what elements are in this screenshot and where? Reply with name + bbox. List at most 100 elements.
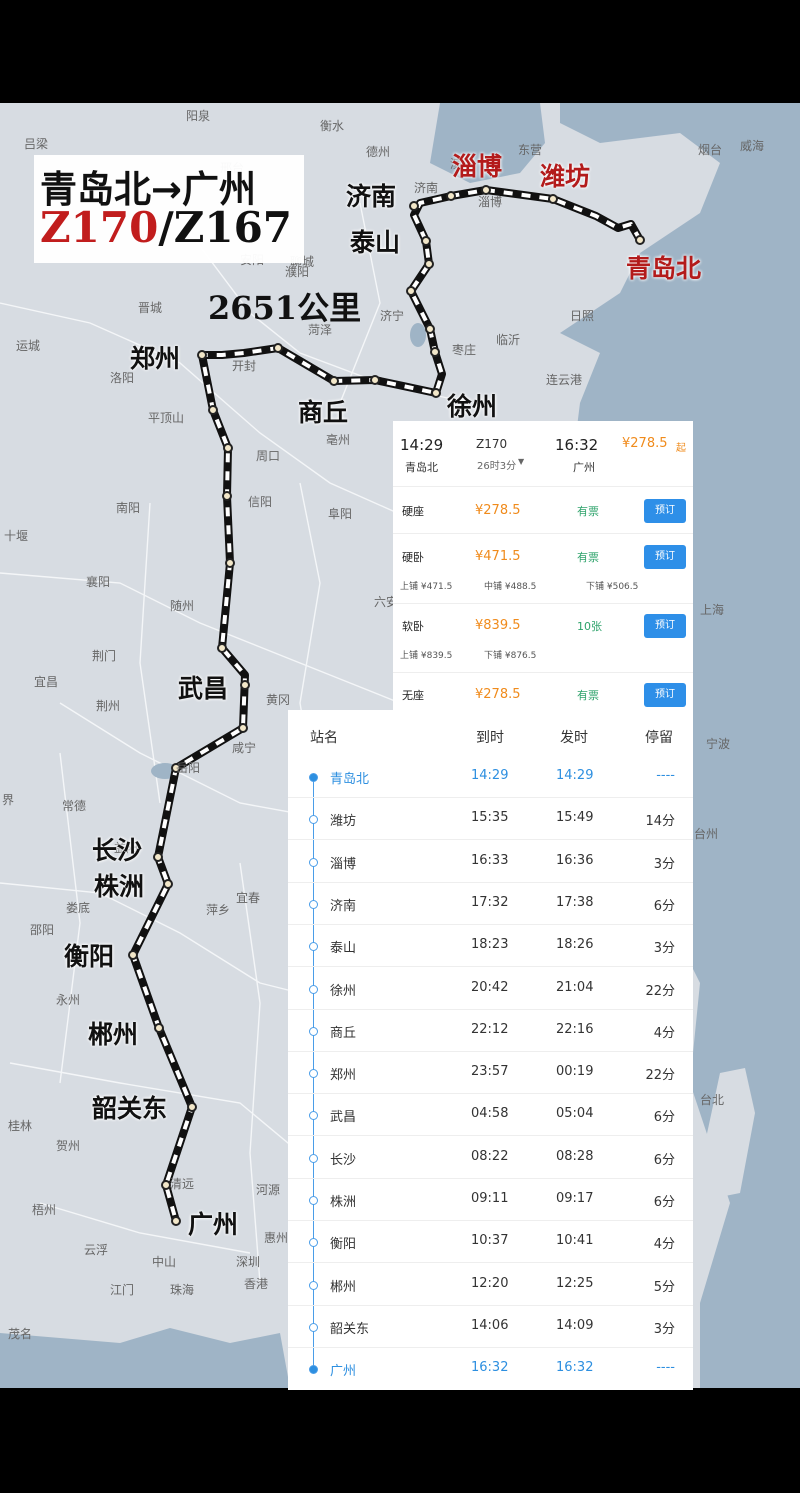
station-name: 济南 — [330, 898, 357, 914]
arrive-time: 16:33 — [471, 852, 509, 868]
schedule-panel: 站名 到时 发时 停留 青岛北 14:29 14:29 ---- 潍坊 15:35 15:4… — [288, 710, 693, 1390]
train-numbers: Z170/Z167 — [40, 203, 292, 252]
seat-price: ¥278.5 — [475, 687, 521, 702]
city-label: 珠海 — [170, 1283, 195, 1297]
book-button[interactable]: 预订 — [644, 499, 686, 523]
arrive-time: 09:11 — [471, 1191, 509, 1206]
lowest-price: ¥278.5 — [622, 436, 668, 451]
schedule-row[interactable]: 郑州 23:57 00:19 22分 — [288, 1052, 693, 1095]
city-label: 清远 — [170, 1177, 195, 1191]
timeline-dot — [309, 1026, 318, 1036]
stop-duration: 3分 — [653, 856, 675, 872]
depart-time: 15:49 — [556, 810, 594, 826]
book-button[interactable]: 预订 — [644, 683, 686, 707]
city-label: 永州 — [56, 993, 81, 1007]
schedule-row[interactable]: 武昌 04:58 05:04 6分 — [288, 1094, 693, 1137]
schedule-row[interactable]: 长沙 08:22 08:28 6分 — [288, 1137, 693, 1179]
station-dot — [238, 723, 248, 733]
duration-chevron-icon[interactable]: ▼ — [518, 457, 524, 466]
schedule-row[interactable]: 淄博 16:33 16:36 3分 — [288, 841, 693, 883]
depart-time: 09:17 — [556, 1191, 594, 1206]
city-label: 平顶山 — [148, 411, 185, 425]
city-label: 烟台 — [698, 143, 723, 157]
schedule-row[interactable]: 韶关东 14:06 14:09 3分 — [288, 1306, 693, 1348]
map-station-hengyang: 衡阳 — [64, 942, 115, 971]
seat-price: ¥471.5 — [475, 549, 521, 564]
seat-type: 硬卧 — [402, 551, 424, 564]
stop-duration: 6分 — [653, 1195, 675, 1210]
station-dot — [329, 376, 339, 386]
arrive-time: 17:32 — [471, 894, 509, 910]
city-label: 中山 — [152, 1255, 177, 1269]
city-label: 黄冈 — [266, 693, 291, 707]
divider — [393, 486, 693, 487]
depart-time: 17:38 — [556, 894, 594, 910]
depart-time: 16:36 — [556, 852, 594, 868]
station-dot — [370, 375, 380, 385]
depart-time: 21:04 — [556, 979, 594, 995]
schedule-row[interactable]: 广州 16:32 16:32 ---- — [288, 1348, 693, 1390]
timeline-dot — [309, 1280, 318, 1290]
seat-availability: 有票 — [577, 689, 599, 702]
schedule-row[interactable]: 徐州 20:42 21:04 22分 — [288, 968, 693, 1010]
book-button[interactable]: 预订 — [644, 545, 686, 569]
city-label: 江门 — [110, 1283, 135, 1297]
station-dot — [197, 350, 207, 360]
seat-type: 无座 — [402, 689, 424, 702]
distance-label: 2651公里 — [208, 289, 362, 327]
depart-time: 10:41 — [556, 1233, 594, 1249]
depart-time: 14:29 — [400, 436, 444, 454]
station-dot — [187, 1102, 197, 1112]
timeline-dot — [309, 942, 318, 952]
map-station-weifang: 潍坊 — [540, 162, 591, 191]
lake — [410, 323, 426, 347]
station-dot — [425, 324, 435, 334]
map-station-zhengzhou: 郑州 — [130, 344, 181, 373]
city-label: 界 — [2, 793, 15, 807]
map-station-changsha: 长沙 — [92, 836, 143, 865]
stop-duration: 6分 — [653, 1110, 675, 1126]
city-label: 吕梁 — [24, 137, 49, 151]
station-name: 广州 — [330, 1364, 357, 1380]
city-label: 威海 — [740, 139, 765, 153]
station-dot — [548, 194, 558, 204]
map-station-qingdaobei: 青岛北 — [626, 254, 702, 283]
city-label: 梧州 — [32, 1203, 57, 1217]
station-dot — [635, 235, 645, 245]
map-station-zhuzhou: 株洲 — [94, 872, 145, 901]
book-button[interactable]: 预订 — [644, 614, 686, 638]
city-label: 随州 — [170, 599, 195, 613]
station-dot — [154, 1023, 164, 1033]
stop-duration: 22分 — [645, 1068, 675, 1084]
stop-duration: 4分 — [653, 1025, 675, 1041]
schedule-row[interactable]: 商丘 22:12 22:16 4分 — [288, 1010, 693, 1052]
city-label: 岳阳 — [176, 761, 201, 775]
city-label: 济南 — [414, 181, 439, 195]
station-name: 郴州 — [330, 1279, 357, 1295]
arrive-time: 16:32 — [555, 436, 599, 454]
schedule-row[interactable]: 株洲 09:11 09:17 6分 — [288, 1179, 693, 1221]
train-number-a: Z170 — [40, 203, 159, 252]
schedule-row[interactable]: 泰山 18:23 18:26 3分 — [288, 925, 693, 968]
city-label: 常德 — [62, 799, 87, 813]
map-station-chenzhou: 郴州 — [88, 1020, 139, 1049]
seat-price: ¥278.5 — [475, 503, 521, 518]
station-dot — [421, 236, 431, 246]
city-label: 云浮 — [84, 1243, 109, 1257]
schedule-row[interactable]: 衡阳 10:37 10:41 4分 — [288, 1221, 693, 1264]
station-dot — [273, 343, 283, 353]
schedule-row[interactable]: 青岛北 14:29 14:29 ---- — [288, 756, 693, 798]
duration: 26时3分 — [477, 461, 517, 472]
ticket-panel: 14:29 青岛北 Z170 26时3分 ▼ 16:32 广州 ¥278.5 起… — [393, 421, 693, 711]
schedule-row[interactable]: 潍坊 15:35 15:49 14分 — [288, 798, 693, 841]
station-dot — [208, 405, 218, 415]
city-label: 香港 — [244, 1277, 269, 1291]
stop-duration: 4分 — [653, 1237, 675, 1253]
station-name: 衡阳 — [330, 1237, 357, 1253]
city-label: 枣庄 — [452, 343, 477, 357]
schedule-row[interactable]: 济南 17:32 17:38 6分 — [288, 883, 693, 925]
lowest-price-suffix: 起 — [676, 443, 686, 454]
berth-price: 中铺 ¥488.5 — [484, 582, 537, 592]
schedule-row[interactable]: 郴州 12:20 12:25 5分 — [288, 1264, 693, 1306]
station-name: 青岛北 — [330, 772, 370, 787]
